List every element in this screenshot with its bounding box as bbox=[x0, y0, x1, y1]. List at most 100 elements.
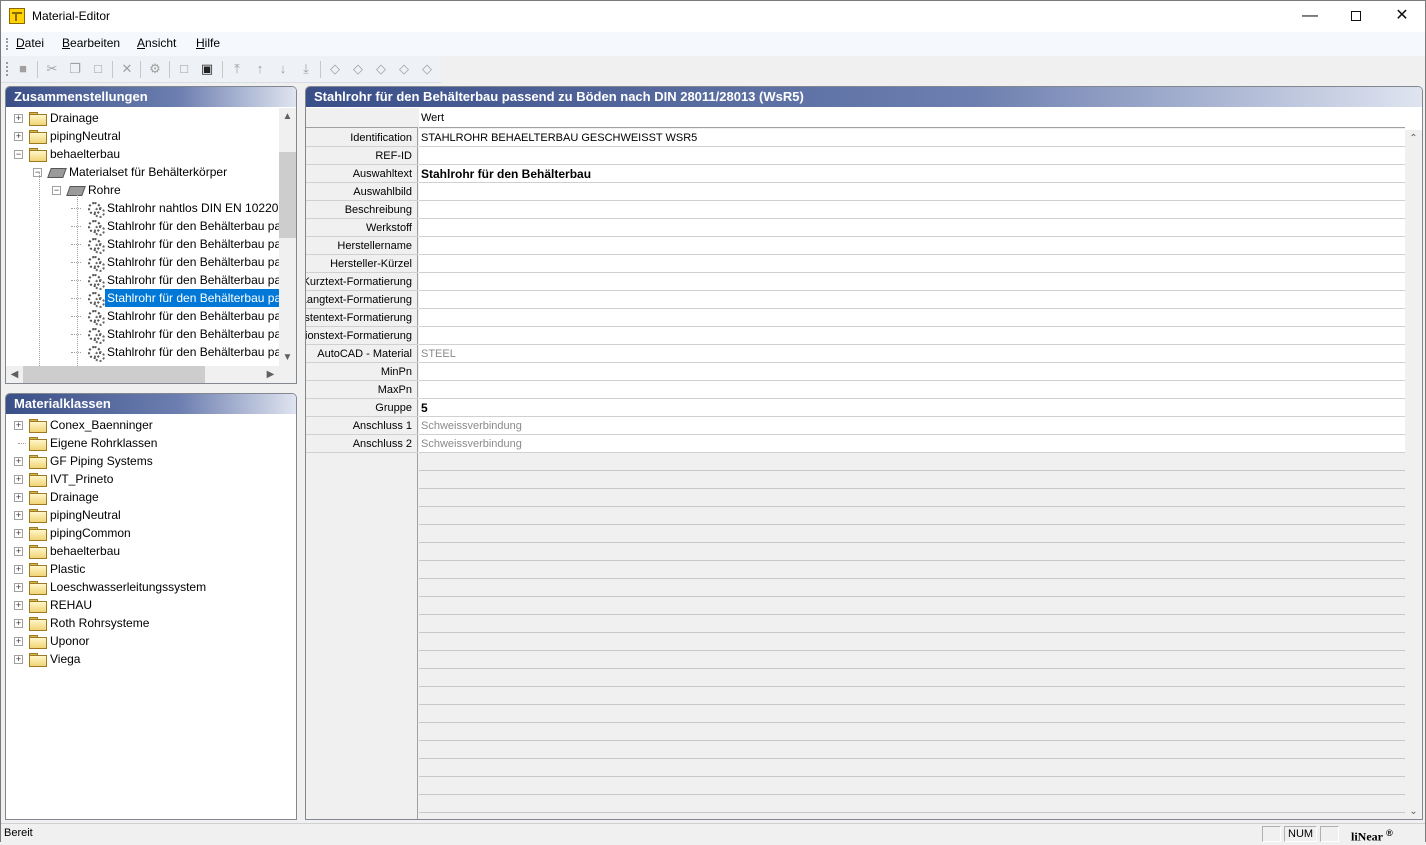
tree-node[interactable]: − behaelterbau bbox=[6, 145, 279, 163]
minimize-button[interactable]: — bbox=[1287, 1, 1333, 32]
property-value[interactable] bbox=[419, 237, 1405, 255]
tree-node[interactable]: − Rohre bbox=[6, 181, 279, 199]
property-value[interactable] bbox=[419, 381, 1405, 399]
property-value[interactable] bbox=[419, 363, 1405, 381]
property-value[interactable]: STEEL bbox=[419, 345, 1405, 363]
property-value[interactable] bbox=[419, 255, 1405, 273]
menu-datei[interactable]: Datei bbox=[16, 36, 44, 50]
tree-node[interactable]: + Viega bbox=[6, 650, 294, 668]
tree-node[interactable]: + pipingCommon bbox=[6, 524, 294, 542]
expand-icon[interactable]: + bbox=[14, 547, 23, 556]
move-bottom-icon[interactable]: ⤓ bbox=[298, 61, 314, 77]
tree-node[interactable]: + Roth Rohrsysteme bbox=[6, 614, 294, 632]
tree-node[interactable]: Stahlrohr für den Behälterbau pa: bbox=[6, 343, 279, 362]
property-value[interactable] bbox=[419, 309, 1405, 327]
expand-icon[interactable]: + bbox=[14, 132, 23, 141]
copy-icon[interactable]: ❐ bbox=[67, 61, 83, 77]
collapse-icon[interactable]: − bbox=[52, 186, 61, 195]
tree-node[interactable]: + Loeschwasserleitungssystem bbox=[6, 578, 294, 596]
property-value[interactable] bbox=[419, 273, 1405, 291]
scroll-down-icon[interactable]: ⌄ bbox=[1405, 803, 1422, 819]
paste-icon[interactable]: □ bbox=[90, 61, 106, 77]
collapse-icon[interactable]: − bbox=[33, 168, 42, 177]
tree-node[interactable]: Stahlrohr für den Behälterbau pa: bbox=[6, 271, 279, 290]
tree-node[interactable]: + pipingNeutral bbox=[6, 506, 294, 524]
expand-icon[interactable]: + bbox=[14, 637, 23, 646]
scroll-thumb[interactable] bbox=[23, 366, 205, 383]
tree-node[interactable]: − Materialset für Behälterkörper bbox=[6, 163, 279, 181]
tree-vertical-scrollbar[interactable]: ▲ ▼ bbox=[279, 108, 296, 366]
menu-bearbeiten[interactable]: Bearbeiten bbox=[62, 36, 120, 50]
tree-node[interactable]: Stahlrohr nahtlos DIN EN 10220 P bbox=[6, 199, 279, 218]
save-icon[interactable]: ■ bbox=[15, 61, 31, 77]
collapse-icon[interactable]: − bbox=[14, 150, 23, 159]
tree-node[interactable]: + IVT_Prineto bbox=[6, 470, 294, 488]
tree-node[interactable]: Eigene Rohrklassen bbox=[6, 434, 294, 452]
cut-icon[interactable]: ✂ bbox=[44, 61, 60, 77]
tool-4-icon[interactable]: ◇ bbox=[396, 61, 412, 77]
tree-node[interactable]: + REHAU bbox=[6, 596, 294, 614]
scroll-down-icon[interactable]: ▼ bbox=[279, 349, 296, 366]
tool-3-icon[interactable]: ◇ bbox=[373, 61, 389, 77]
new-doc-icon[interactable]: □ bbox=[176, 61, 192, 77]
tree-node[interactable]: Stahlrohr für den Behälterbau pa: bbox=[6, 289, 279, 308]
scroll-thumb[interactable] bbox=[279, 152, 296, 238]
tool-1-icon[interactable]: ◇ bbox=[327, 61, 343, 77]
tree-node[interactable]: + behaelterbau bbox=[6, 542, 294, 560]
maximize-button[interactable] bbox=[1333, 1, 1379, 32]
property-value[interactable] bbox=[419, 291, 1405, 309]
expand-icon[interactable]: + bbox=[14, 511, 23, 520]
column-header-wert[interactable]: Wert bbox=[419, 108, 1405, 128]
tree-horizontal-scrollbar[interactable]: ◀ ▶ bbox=[6, 366, 296, 383]
grid-vertical-scrollbar[interactable]: ⌃ ⌄ bbox=[1405, 130, 1422, 819]
property-value[interactable]: Schweissverbindung bbox=[419, 435, 1405, 453]
move-top-icon[interactable]: ⤒ bbox=[229, 61, 245, 77]
property-value[interactable] bbox=[419, 219, 1405, 237]
tree-node[interactable]: + Conex_Baenninger bbox=[6, 416, 294, 434]
tree-node[interactable]: + pipingNeutral bbox=[6, 127, 279, 145]
tree-node[interactable]: Stahlrohr für den Behälterbau pa: bbox=[6, 253, 279, 272]
tree-node[interactable]: Stahlrohr für den Behälterbau pa: bbox=[6, 325, 279, 344]
tree-node[interactable]: + Drainage bbox=[6, 488, 294, 506]
scroll-right-icon[interactable]: ▶ bbox=[262, 366, 279, 383]
scroll-up-icon[interactable]: ▲ bbox=[279, 108, 296, 125]
property-value[interactable]: Stahlrohr für den Behälterbau bbox=[419, 165, 1405, 183]
tree-node[interactable]: + GF Piping Systems bbox=[6, 452, 294, 470]
property-value[interactable] bbox=[419, 147, 1405, 165]
tool-5-icon[interactable]: ◇ bbox=[419, 61, 435, 77]
expand-icon[interactable]: + bbox=[14, 565, 23, 574]
expand-icon[interactable]: + bbox=[14, 457, 23, 466]
property-value[interactable]: 5 bbox=[419, 399, 1405, 417]
settings-icon[interactable]: ⚙ bbox=[147, 61, 163, 77]
tree-node[interactable]: Stahlrohr für den Behälterbau pa: bbox=[6, 235, 279, 254]
tree-node[interactable]: + Plastic bbox=[6, 560, 294, 578]
scroll-left-icon[interactable]: ◀ bbox=[6, 366, 23, 383]
expand-icon[interactable]: + bbox=[14, 114, 23, 123]
expand-icon[interactable]: + bbox=[14, 493, 23, 502]
property-value[interactable] bbox=[419, 327, 1405, 345]
property-value[interactable] bbox=[419, 201, 1405, 219]
tree-node[interactable]: + Uponor bbox=[6, 632, 294, 650]
property-value[interactable] bbox=[419, 183, 1405, 201]
expand-icon[interactable]: + bbox=[14, 619, 23, 628]
expand-icon[interactable]: + bbox=[14, 583, 23, 592]
move-up-icon[interactable]: ↑ bbox=[252, 61, 268, 77]
delete-icon[interactable]: ✕ bbox=[119, 61, 135, 77]
move-down-icon[interactable]: ↓ bbox=[275, 61, 291, 77]
menu-hilfe[interactable]: Hilfe bbox=[196, 36, 220, 50]
tree-node[interactable]: Stahlrohr für den Behälterbau pa: bbox=[6, 217, 279, 236]
import-icon[interactable]: ▣ bbox=[199, 61, 215, 77]
expand-icon[interactable]: + bbox=[14, 475, 23, 484]
close-button[interactable]: ✕ bbox=[1379, 1, 1425, 32]
tree-node[interactable]: Stahlrohr für den Behälterbau pa: bbox=[6, 307, 279, 326]
scroll-up-icon[interactable]: ⌃ bbox=[1405, 130, 1422, 147]
property-value[interactable]: STAHLROHR BEHAELTERBAU GESCHWEISST WSR5 bbox=[419, 129, 1405, 147]
tool-2-icon[interactable]: ◇ bbox=[350, 61, 366, 77]
expand-icon[interactable]: + bbox=[14, 655, 23, 664]
expand-icon[interactable]: + bbox=[14, 421, 23, 430]
tree-node[interactable]: + Drainage bbox=[6, 109, 279, 127]
expand-icon[interactable]: + bbox=[14, 601, 23, 610]
property-value[interactable]: Schweissverbindung bbox=[419, 417, 1405, 435]
expand-icon[interactable]: + bbox=[14, 529, 23, 538]
menu-ansicht[interactable]: Ansicht bbox=[137, 36, 176, 50]
